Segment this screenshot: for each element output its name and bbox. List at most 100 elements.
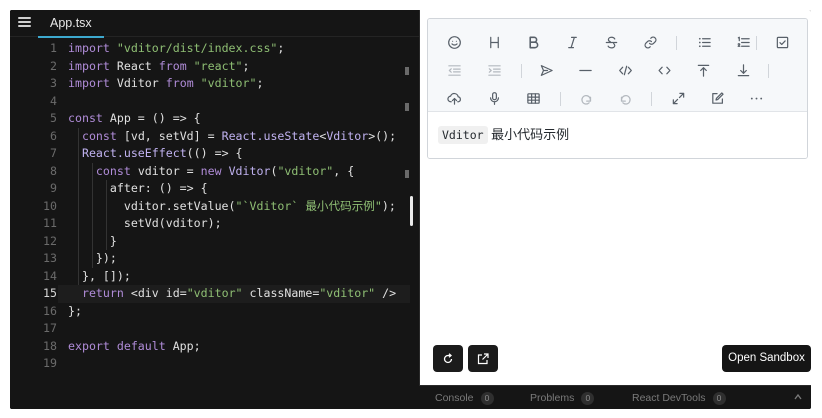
code-text: setVd(vditor); <box>68 215 222 233</box>
strike-button[interactable] <box>598 31 624 53</box>
open-sandbox-button[interactable]: Open Sandbox <box>722 345 811 372</box>
code-token: ; <box>242 58 250 73</box>
code-text: import Vditor from "vditor"; <box>68 75 263 93</box>
unordered-list-icon <box>698 37 711 47</box>
code-token: }, []); <box>68 268 131 283</box>
code-token: const <box>81 128 124 143</box>
count-badge: 0 <box>581 391 595 405</box>
line-number: 13 <box>43 251 57 265</box>
fullscreen-button[interactable] <box>665 87 691 109</box>
code-editor[interactable]: App.tsx 1 import "vditor/dist/index.css";… <box>10 10 419 409</box>
code-line[interactable]: 13 }); <box>10 250 410 268</box>
horizontal-rule-button[interactable] <box>572 59 598 81</box>
code-text: const App = () => { <box>68 110 201 128</box>
code-line[interactable]: 7 React.useEffect(() => { <box>10 145 410 163</box>
quote-icon <box>540 64 553 76</box>
headings-button[interactable] <box>481 31 507 53</box>
code-token: import <box>68 41 117 55</box>
tab-problems[interactable]: Problems 0 <box>530 386 595 409</box>
code-line[interactable]: 11 setVd(vditor); <box>10 215 410 233</box>
more-button[interactable] <box>743 87 769 109</box>
insert-after-button[interactable] <box>730 59 756 81</box>
link-button[interactable] <box>637 31 663 53</box>
sandbox-frame: App.tsx 1 import "vditor/dist/index.css";… <box>10 10 811 409</box>
redo-button[interactable] <box>612 87 638 109</box>
code-line[interactable]: 12 } <box>10 233 410 251</box>
code-text: return <div id="vditor" className="vdito… <box>68 285 396 303</box>
vditor-content[interactable]: Vditor 最小代码示例 <box>428 112 807 158</box>
tab-react-devtools[interactable]: React DevTools 0 <box>632 386 726 409</box>
menu-icon[interactable] <box>18 17 31 29</box>
emoji-icon <box>447 35 461 49</box>
code-token: [vd, setVd] = <box>123 128 222 143</box>
record-button[interactable] <box>481 87 507 109</box>
line-number: 6 <box>50 128 57 143</box>
code-line[interactable]: 2 import React from "react"; <box>10 58 410 76</box>
code-token: ; <box>256 76 264 90</box>
undo-button[interactable] <box>573 87 599 109</box>
code-token: App = () => { <box>109 111 201 125</box>
line-number: 15 <box>43 286 57 300</box>
code-line[interactable]: 3 import Vditor from "vditor"; <box>10 75 410 93</box>
toolbar-divider <box>768 64 769 78</box>
vditor-editor: Vditor 最小代码示例 <box>427 18 808 159</box>
ordered-list-button[interactable] <box>730 31 756 53</box>
italic-button[interactable] <box>559 31 585 53</box>
upload-button[interactable] <box>441 87 467 109</box>
toolbar-divider <box>676 36 677 50</box>
code-line[interactable]: 19 <box>10 355 410 373</box>
code-line[interactable]: 18 export default App; <box>10 338 410 356</box>
indent-button[interactable] <box>481 59 507 81</box>
code-line[interactable]: 4 <box>10 93 410 111</box>
code-token: new <box>200 163 229 178</box>
pane-resize-handle[interactable] <box>410 196 413 226</box>
code-line[interactable]: 15 return <div id="vditor" className="vd… <box>10 285 410 303</box>
code-line[interactable]: 17 <box>10 320 410 338</box>
code-line[interactable]: 10 vditor.setValue("`Vditor` 最小代码示例"); <box>10 198 410 216</box>
outdent-button[interactable] <box>441 59 467 81</box>
code-line[interactable]: 9 after: () => { <box>10 180 410 198</box>
code-text: export default App; <box>68 338 201 356</box>
code-line[interactable]: 5 const App = () => { <box>10 110 410 128</box>
code-line[interactable]: 6 const [vd, setVd] = React.useState<Vdi… <box>10 128 410 146</box>
code-block-button[interactable] <box>612 59 638 81</box>
code-token: }; <box>68 303 82 318</box>
code-line[interactable]: 16}; <box>10 303 410 321</box>
ordered-list-icon <box>737 36 750 47</box>
headings-icon <box>489 36 499 48</box>
italic-icon <box>567 36 577 48</box>
quote-button[interactable] <box>533 59 559 81</box>
code-text: vditor.setValue("`Vditor` 最小代码示例"); <box>68 198 396 216</box>
open-new-window-button[interactable] <box>468 345 498 372</box>
inline-code-button[interactable] <box>651 59 677 81</box>
chevron-up-icon[interactable] <box>793 392 803 402</box>
table-button[interactable] <box>520 87 546 109</box>
count-badge: 0 <box>712 391 726 405</box>
devtools-bar: Console 0 Problems 0 React DevTools 0 <box>419 385 811 409</box>
code-token: "react" <box>193 58 243 73</box>
bold-icon <box>528 36 538 48</box>
code-token: ; <box>277 41 285 55</box>
unordered-list-button[interactable] <box>691 31 717 53</box>
insert-before-button[interactable] <box>690 59 716 81</box>
code-line[interactable]: 1 import "vditor/dist/index.css"; <box>10 40 410 58</box>
code-line[interactable]: 8 const vditor = new Vditor("vditor", { <box>10 163 410 181</box>
tab-console[interactable]: Console 0 <box>435 386 494 409</box>
horizontal-rule-icon <box>578 69 592 71</box>
code-line[interactable]: 14 }, []); <box>10 268 410 286</box>
insert-before-icon <box>697 64 709 77</box>
code-area[interactable]: 1 import "vditor/dist/index.css"; 2 import … <box>10 38 410 398</box>
code-text: }, []); <box>68 268 131 286</box>
code-token: } <box>68 233 117 248</box>
refresh-button[interactable] <box>433 345 463 372</box>
bold-button[interactable] <box>520 31 546 53</box>
checklist-button[interactable] <box>769 31 795 53</box>
line-number: 11 <box>43 216 57 230</box>
inline-code-text: Vditor <box>438 126 488 144</box>
code-text: import React from "react"; <box>68 58 250 76</box>
edit-mode-button[interactable] <box>704 87 730 109</box>
emoji-button[interactable] <box>441 31 467 53</box>
tab-app-tsx[interactable]: App.tsx <box>38 10 104 38</box>
